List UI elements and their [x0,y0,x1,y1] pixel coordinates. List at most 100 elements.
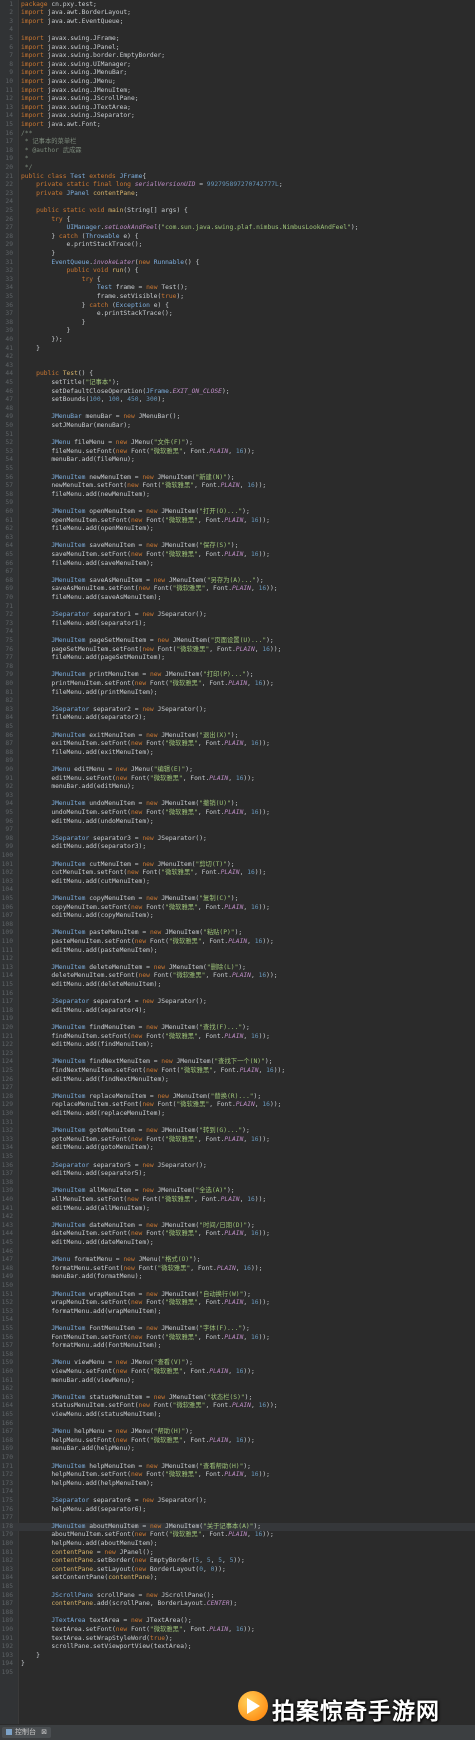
code-line[interactable]: 25 public static void main(String[] args… [0,207,475,216]
code-line[interactable]: 18 * @author 武成霖 [0,147,475,156]
code-line[interactable]: 77 fileMenu.add(pageSetMenuItem); [0,654,475,663]
code-line[interactable]: 128 JMenuItem replaceMenuItem = new JMen… [0,1093,475,1102]
code-line[interactable]: 85 [0,723,475,732]
code-line[interactable]: 140 allMenuItem.setFont(new Font("微软雅黑",… [0,1196,475,1205]
code-line[interactable]: 17 * 记事本的菜单栏 [0,138,475,147]
code-line[interactable]: 127 [0,1084,475,1093]
code-line[interactable]: 97 [0,826,475,835]
close-icon[interactable]: ⊠ [41,1728,47,1736]
code-line[interactable]: 162 [0,1385,475,1394]
code-line[interactable]: 8 import javax.swing.UIManager; [0,61,475,70]
code-line[interactable]: 186 JScrollPane scrollPane = new JScroll… [0,1592,475,1601]
code-line[interactable]: 55 [0,465,475,474]
code-line[interactable]: 99 editMenu.add(separator3); [0,843,475,852]
code-line[interactable]: 107 editMenu.add(copyMenuItem); [0,912,475,921]
code-line[interactable]: 152 wrapMenuItem.setFont(new Font("微软雅黑"… [0,1299,475,1308]
code-line[interactable]: 133 gotoMenuItem.setFont(new Font("微软雅黑"… [0,1136,475,1145]
code-line[interactable]: 145 editMenu.add(dateMenuItem); [0,1239,475,1248]
code-line[interactable]: 66 fileMenu.add(saveMenuItem); [0,560,475,569]
code-line[interactable]: 53 fileMenu.setFont(new Font("微软雅黑", Fon… [0,448,475,457]
code-line[interactable]: 171 JMenuItem helpMenuItem = new JMenuIt… [0,1463,475,1472]
code-line[interactable]: 50 setJMenuBar(menuBar); [0,422,475,431]
code-line[interactable]: 40 }); [0,336,475,345]
code-line[interactable]: 149 menuBar.add(formatMenu); [0,1273,475,1282]
code-line[interactable]: 80 printMenuItem.setFont(new Font("微软雅黑"… [0,680,475,689]
code-line[interactable]: 147 JMenu formatMenu = new JMenu("格式(O)"… [0,1256,475,1265]
code-line[interactable]: 59 [0,499,475,508]
code-line[interactable]: 16 /** [0,130,475,139]
code-line[interactable]: 189 JTextArea textArea = new JTextArea()… [0,1617,475,1626]
code-line[interactable]: 91 editMenu.setFont(new Font("微软雅黑", Fon… [0,775,475,784]
code-line[interactable]: 78 [0,663,475,672]
code-line[interactable]: 58 fileMenu.add(newMenuItem); [0,491,475,500]
code-line[interactable]: 192 scrollPane.setViewportView(textArea)… [0,1643,475,1652]
code-line[interactable]: 122 editMenu.add(findMenuItem); [0,1041,475,1050]
code-line[interactable]: 64 JMenuItem saveMenuItem = new JMenuIte… [0,542,475,551]
code-line[interactable]: 1 package cn.pxy.test; [0,1,475,10]
code-line[interactable]: 119 [0,1015,475,1024]
code-line[interactable]: 23 private JPanel contentPane; [0,190,475,199]
code-line[interactable]: 32 public void run() { [0,267,475,276]
code-line[interactable]: 134 editMenu.add(gotoMenuItem); [0,1144,475,1153]
code-line[interactable]: 156 FontMenuItem.setFont(new Font("微软雅黑"… [0,1334,475,1343]
code-line[interactable]: 129 replaceMenuItem.setFont(new Font("微软… [0,1101,475,1110]
code-line[interactable]: 185 [0,1583,475,1592]
code-line[interactable]: 170 [0,1454,475,1463]
code-line[interactable]: 100 [0,852,475,861]
code-line[interactable]: 9 import javax.swing.JMenuBar; [0,69,475,78]
code-editor[interactable]: 1 package cn.pxy.test; 2 import java.awt.Bo… [0,0,475,1724]
code-line[interactable]: 138 [0,1179,475,1188]
code-line[interactable]: 153 formatMenu.add(wrapMenuItem); [0,1308,475,1317]
code-line[interactable]: 144 dateMenuItem.setFont(new Font("微软雅黑"… [0,1230,475,1239]
code-line[interactable]: 102 cutMenuItem.setFont(new Font("微软雅黑",… [0,869,475,878]
code-line[interactable]: 181 contentPane = new JPanel(); [0,1549,475,1558]
code-line[interactable]: 46 setDefaultCloseOperation(JFrame.EXIT_… [0,388,475,397]
code-line[interactable]: 194} [0,1660,475,1669]
code-line[interactable]: 175 JSeparator separator6 = new JSeparat… [0,1497,475,1506]
code-line[interactable]: 84 fileMenu.add(separator2); [0,714,475,723]
code-line[interactable]: 117 JSeparator separator4 = new JSeparat… [0,998,475,1007]
code-line[interactable]: 151 JMenuItem wrapMenuItem = new JMenuIt… [0,1291,475,1300]
code-line[interactable]: 132 JMenuItem gotoMenuItem = new JMenuIt… [0,1127,475,1136]
code-line[interactable]: 94 JMenuItem undoMenuItem = new JMenuIte… [0,800,475,809]
code-line[interactable]: 47 setBounds(100, 100, 450, 300); [0,396,475,405]
code-line[interactable]: 109 JMenuItem pasteMenuItem = new JMenuI… [0,929,475,938]
code-line[interactable]: 114 deleteMenuItem.setFont(new Font("微软雅… [0,972,475,981]
code-line[interactable]: 68 JMenuItem saveAsMenuItem = new JMenuI… [0,577,475,586]
code-line[interactable]: 49 JMenuBar menuBar = new JMenuBar(); [0,413,475,422]
code-line[interactable]: 28 } catch (Throwable e) { [0,233,475,242]
code-line[interactable]: 43 [0,362,475,371]
code-line[interactable]: 56 JMenuItem newMenuItem = new JMenuItem… [0,474,475,483]
code-line[interactable]: 39 } [0,327,475,336]
code-line[interactable]: 121 findMenuItem.setFont(new Font("微软雅黑"… [0,1033,475,1042]
code-line[interactable]: 165 viewMenu.add(statusMenuItem); [0,1411,475,1420]
code-line[interactable]: 176 helpMenu.add(separator6); [0,1506,475,1515]
code-line[interactable]: 184 setContentPane(contentPane); [0,1574,475,1583]
code-line[interactable]: 191 textArea.setWrapStyleWord(true); [0,1635,475,1644]
code-line[interactable]: 111 editMenu.add(pasteMenuItem); [0,947,475,956]
code-line[interactable]: 62 fileMenu.add(openMenuItem); [0,525,475,534]
code-line[interactable]: 101 JMenuItem cutMenuItem = new JMenuIte… [0,861,475,870]
code-line[interactable]: 123 [0,1050,475,1059]
code-line[interactable]: 63 [0,534,475,543]
code-line[interactable]: 15 import java.awt.Font; [0,121,475,130]
code-line[interactable]: 112 [0,955,475,964]
code-line[interactable]: 166 [0,1420,475,1429]
code-line[interactable]: 41 } [0,345,475,354]
code-line[interactable]: 69 saveAsMenuItem.setFont(new Font("微软雅黑… [0,585,475,594]
code-line[interactable]: 120 JMenuItem findMenuItem = new JMenuIt… [0,1024,475,1033]
code-line[interactable]: 154 [0,1316,475,1325]
code-line[interactable]: 104 [0,886,475,895]
code-line[interactable]: 124 JMenuItem findNextMenuItem = new JMe… [0,1058,475,1067]
code-line[interactable]: 82 [0,697,475,706]
code-line[interactable]: 6 import javax.swing.JPanel; [0,44,475,53]
code-line[interactable]: 61 openMenuItem.setFont(new Font("微软雅黑",… [0,517,475,526]
code-line[interactable]: 118 editMenu.add(separator4); [0,1007,475,1016]
code-line[interactable]: 19 * [0,155,475,164]
code-line[interactable]: 131 [0,1119,475,1128]
code-line[interactable]: 7 import javax.swing.border.EmptyBorder; [0,52,475,61]
code-line[interactable]: 21 public class Test extends JFrame{ [0,173,475,182]
code-line[interactable]: 90 JMenu editMenu = new JMenu("编辑(E)"); [0,766,475,775]
code-line[interactable]: 81 fileMenu.add(printMenuItem); [0,689,475,698]
code-line[interactable]: 142 [0,1213,475,1222]
